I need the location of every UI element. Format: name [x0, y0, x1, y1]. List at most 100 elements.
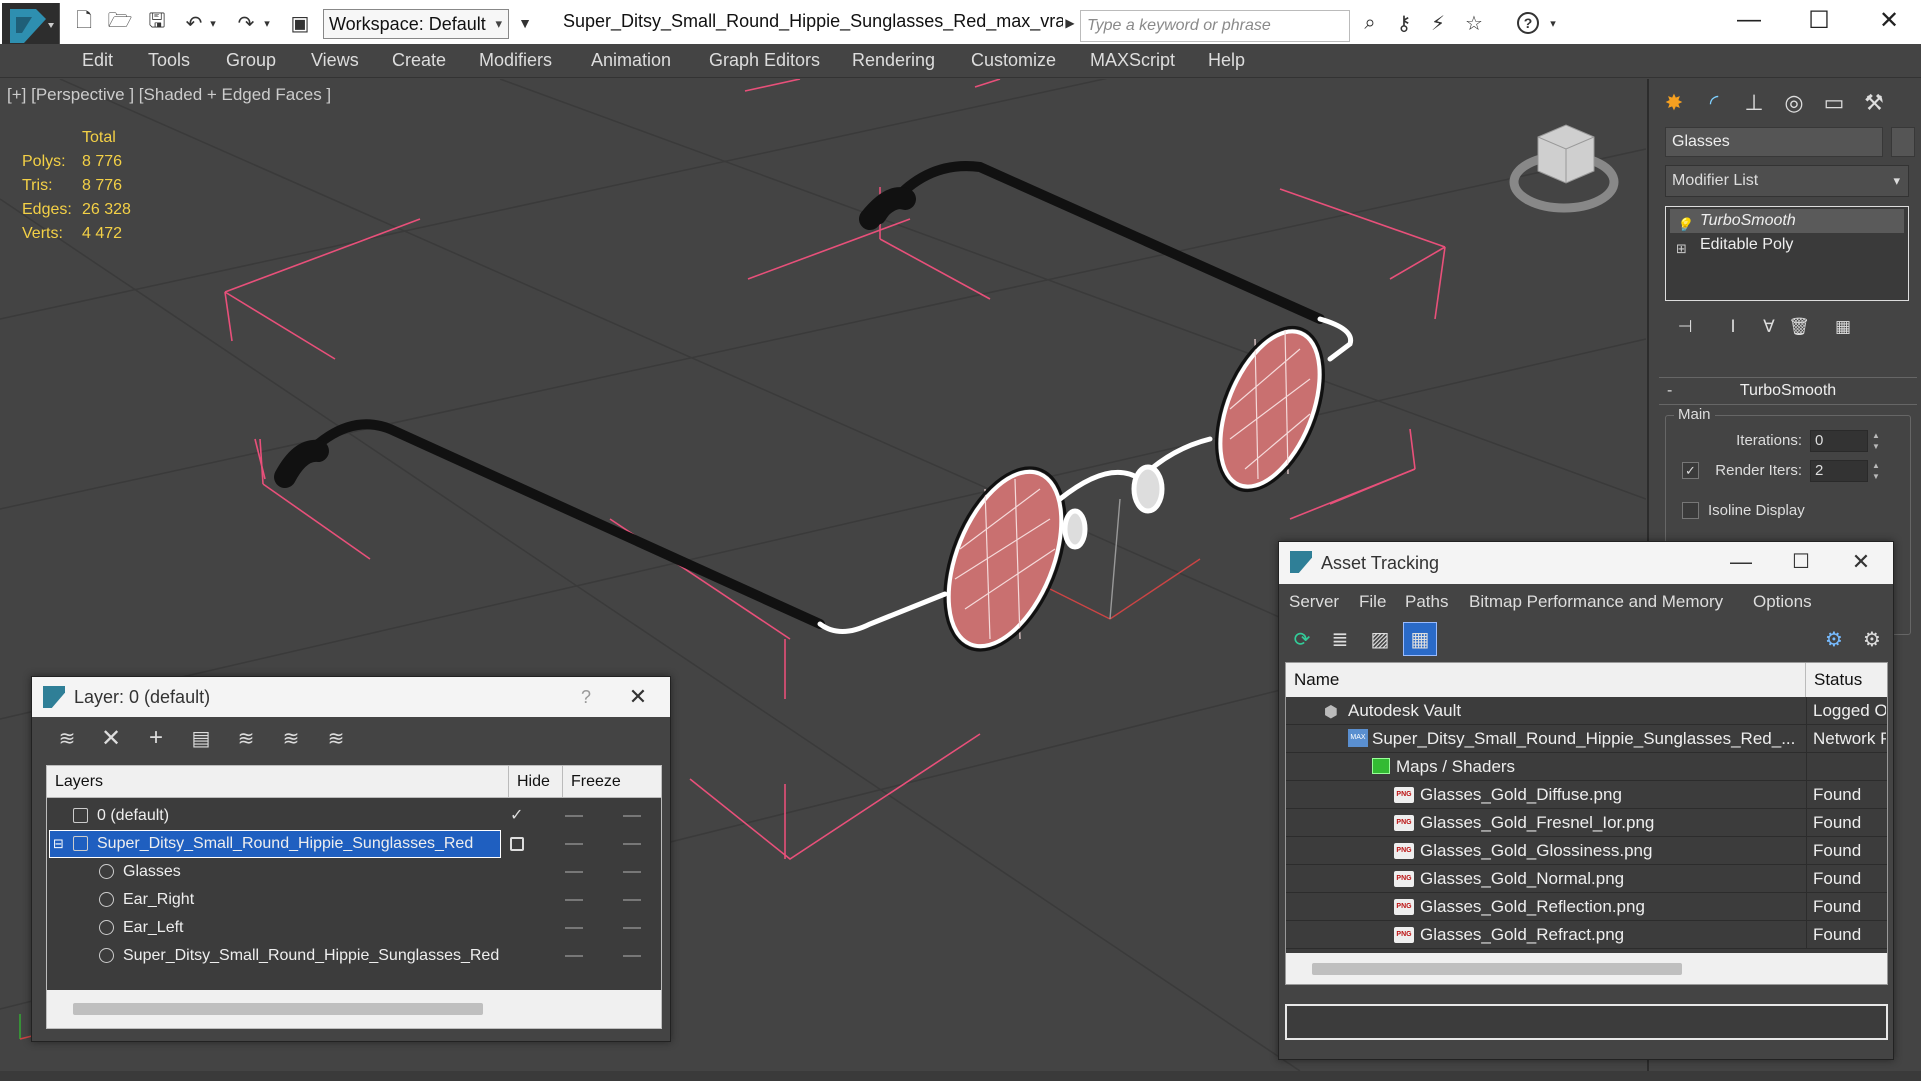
undo-icon[interactable]: ↶ [180, 9, 208, 37]
stack-item-turbosmooth[interactable]: 💡 TurboSmooth [1670, 209, 1904, 233]
project-folder-icon[interactable]: ▣ [286, 9, 314, 37]
display-tab-icon[interactable]: ▭ [1815, 83, 1853, 123]
thumbnail-view-icon[interactable]: ▨ [1365, 624, 1395, 654]
menu-tools[interactable]: Tools [148, 50, 190, 71]
maximize-icon[interactable]: ☐ [1777, 542, 1825, 582]
show-end-result-icon[interactable]: Ⅰ [1717, 312, 1749, 342]
create-layer-icon[interactable]: ≋ [52, 723, 82, 753]
pin-stack-icon[interactable]: ⊣ [1669, 312, 1701, 342]
asset-row[interactable]: ⬢ Autodesk Vault Logged Ou [1286, 697, 1887, 725]
undo-dropdown-icon[interactable]: ▾ [206, 9, 220, 37]
expand-plus-icon[interactable]: ⊞ [1676, 237, 1687, 261]
maximize-icon[interactable]: ☐ [1784, 0, 1854, 40]
column-header-status[interactable]: Status [1806, 663, 1887, 697]
hide-toggle[interactable] [565, 815, 583, 817]
add-to-layer-icon[interactable]: + [141, 723, 171, 753]
freeze-all-layers-icon[interactable]: ≋ [321, 723, 351, 753]
menu-paths[interactable]: Paths [1405, 584, 1448, 620]
column-header-hide[interactable]: Hide [509, 766, 563, 798]
layer-row[interactable]: 0 (default) ✓ [47, 802, 661, 830]
select-objects-icon[interactable]: ▤ [186, 723, 216, 753]
asset-row[interactable]: PNG Glasses_Gold_Glossiness.png Found [1286, 837, 1887, 865]
key-icon[interactable]: ⚷ [1390, 9, 1418, 37]
asset-row[interactable]: PNG Glasses_Gold_Fresnel_Ior.png Found [1286, 809, 1887, 837]
menu-create[interactable]: Create [392, 50, 446, 71]
create-tab-icon[interactable]: ✸ [1655, 83, 1693, 123]
minimize-icon[interactable]: — [1714, 0, 1784, 40]
hide-toggle[interactable] [565, 955, 583, 957]
open-file-icon[interactable]: 🗁 [106, 9, 134, 37]
table-view-icon[interactable]: ▦ [1403, 622, 1437, 656]
menu-options[interactable]: Options [1753, 584, 1812, 620]
title-expand-icon[interactable]: ▶ [1063, 9, 1077, 37]
delete-layer-icon[interactable]: ✕ [96, 723, 126, 753]
menu-file[interactable]: File [1359, 584, 1386, 620]
asset-path-field[interactable] [1285, 1004, 1888, 1040]
list-view-icon[interactable]: ≣ [1325, 624, 1355, 654]
new-file-icon[interactable]: 🗋 [70, 9, 98, 37]
menu-server[interactable]: Server [1289, 584, 1339, 620]
isoline-display-checkbox[interactable] [1682, 502, 1699, 519]
object-color-swatch[interactable] [1891, 127, 1915, 157]
hide-toggle[interactable] [565, 899, 583, 901]
menu-help[interactable]: Help [1208, 50, 1245, 71]
object-row[interactable]: Super_Ditsy_Small_Round_Hippie_Sunglasse… [47, 942, 661, 970]
object-name-field[interactable]: Glasses [1665, 127, 1883, 157]
refresh-icon[interactable]: ⟳ [1287, 624, 1317, 654]
asset-row[interactable]: PNG Glasses_Gold_Reflection.png Found [1286, 893, 1887, 921]
freeze-toggle[interactable] [623, 927, 641, 929]
collapse-icon[interactable]: ⊟ [53, 830, 64, 858]
asset-row[interactable]: PNG Glasses_Gold_Diffuse.png Found [1286, 781, 1887, 809]
help-icon[interactable]: ? [1514, 9, 1542, 37]
redo-dropdown-icon[interactable]: ▾ [260, 9, 274, 37]
hide-toggle[interactable] [565, 927, 583, 929]
menu-maxscript[interactable]: MAXScript [1090, 50, 1175, 71]
viewport-label[interactable]: [+] [Perspective ] [Shaded + Edged Faces… [7, 85, 331, 105]
scrollbar-thumb[interactable] [1312, 963, 1682, 975]
menu-modifiers[interactable]: Modifiers [479, 50, 552, 71]
hide-all-layers-icon[interactable]: ≋ [276, 723, 306, 753]
render-iters-checkbox[interactable]: ✓ [1682, 462, 1699, 479]
dialog-help-button[interactable]: ? [562, 677, 610, 717]
binoculars-icon[interactable]: ⌕ [1356, 9, 1384, 37]
asset-row[interactable]: PNG Glasses_Gold_Refract.png Found [1286, 921, 1887, 949]
modify-tab-icon[interactable]: ◜ [1695, 83, 1733, 123]
highlight-layer-icon[interactable]: ≋ [231, 723, 261, 753]
asset-row[interactable]: PNG Glasses_Gold_Normal.png Found [1286, 865, 1887, 893]
remove-modifier-icon[interactable]: 🗑 [1783, 312, 1815, 342]
workspace-menu-icon[interactable]: ▼ [514, 9, 536, 37]
close-icon[interactable]: ✕ [1837, 542, 1885, 582]
collapse-icon[interactable]: - [1667, 378, 1672, 404]
viewcube-icon[interactable] [1509, 124, 1619, 213]
favorites-star-icon[interactable]: ☆ [1460, 9, 1488, 37]
menu-edit[interactable]: Edit [82, 50, 113, 71]
menu-bitmap-performance[interactable]: Bitmap Performance and Memory [1469, 584, 1723, 620]
scrollbar-thumb[interactable] [73, 1003, 483, 1015]
menu-rendering[interactable]: Rendering [852, 50, 935, 71]
column-header-name[interactable]: Name [1286, 663, 1806, 697]
hierarchy-tab-icon[interactable]: ⊥ [1735, 83, 1773, 123]
horizontal-scrollbar[interactable] [47, 990, 661, 1028]
search-input[interactable]: Type a keyword or phrase [1080, 10, 1350, 42]
object-row[interactable]: Ear_Right [47, 886, 661, 914]
vault-help-icon[interactable]: ⚙ [1819, 624, 1849, 654]
help-dropdown-icon[interactable]: ▾ [1546, 9, 1560, 37]
freeze-toggle[interactable] [623, 955, 641, 957]
freeze-toggle[interactable] [623, 843, 641, 845]
motion-tab-icon[interactable]: ◎ [1775, 83, 1813, 123]
freeze-toggle[interactable] [623, 871, 641, 873]
workspace-dropdown[interactable]: Workspace: Default [323, 9, 509, 39]
asset-row[interactable]: Maps / Shaders [1286, 753, 1887, 781]
hide-toggle[interactable] [565, 843, 583, 845]
menu-group[interactable]: Group [226, 50, 276, 71]
hide-toggle[interactable] [565, 871, 583, 873]
configure-modifier-sets-icon[interactable]: ▦ [1827, 312, 1859, 342]
asset-row[interactable]: MAX Super_Ditsy_Small_Round_Hippie_Sungl… [1286, 725, 1887, 753]
iterations-spinner[interactable]: 0 [1810, 430, 1868, 452]
freeze-toggle[interactable] [623, 815, 641, 817]
menu-views[interactable]: Views [311, 50, 359, 71]
column-header-layers[interactable]: Layers [47, 766, 509, 798]
minimize-icon[interactable]: — [1717, 542, 1765, 582]
stack-item-editable-poly[interactable]: ⊞ Editable Poly [1670, 233, 1904, 257]
vault-settings-icon[interactable]: ⚙ [1857, 624, 1887, 654]
